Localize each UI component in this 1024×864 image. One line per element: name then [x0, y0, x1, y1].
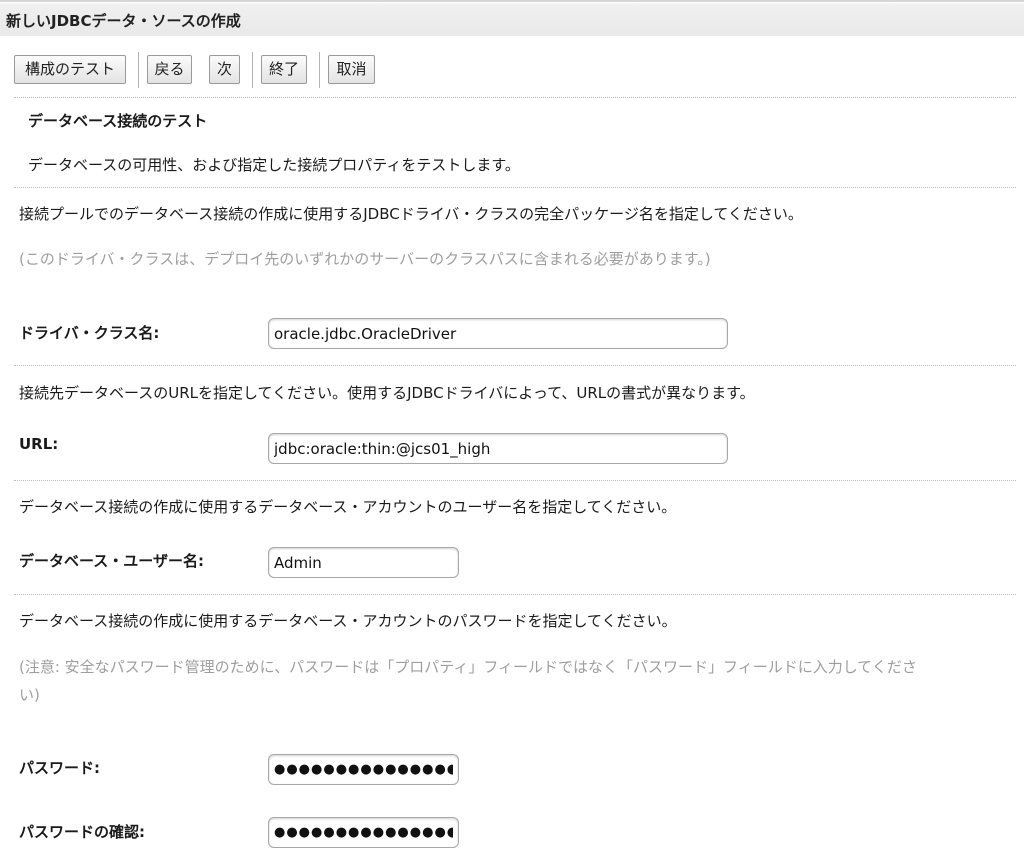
section-title: データベース接続のテスト: [28, 112, 208, 130]
toolbar-separator: [138, 52, 139, 88]
password-confirm-label: パスワードの確認:: [19, 823, 145, 841]
divider: [14, 97, 1016, 98]
driver-instruction: 接続プールでのデータベース接続の作成に使用するJDBCドライバ・クラスの完全パッ…: [19, 205, 803, 223]
password-note-line2: い): [19, 686, 40, 704]
url-label: URL:: [19, 435, 59, 453]
cancel-button[interactable]: 取消: [328, 55, 375, 84]
finish-button[interactable]: 終了: [261, 55, 307, 84]
driver-note: (このドライバ・クラスは、デプロイ先のいずれかのサーバーのクラスパスに含まれる必…: [19, 250, 711, 268]
url-instruction: 接続先データベースのURLを指定してください。使用するJDBCドライバによって、…: [19, 384, 755, 402]
user-instruction: データベース接続の作成に使用するデータベース・アカウントのユーザー名を指定してく…: [19, 498, 677, 516]
test-configuration-button[interactable]: 構成のテスト: [14, 55, 126, 84]
section-description: データベースの可用性、および指定した接続プロパティをテストします。: [28, 156, 520, 174]
toolbar-separator: [252, 52, 253, 88]
divider: [14, 187, 1016, 188]
password-instruction: データベース接続の作成に使用するデータベース・アカウントのパスワードを指定してく…: [19, 612, 677, 630]
username-input[interactable]: [268, 547, 459, 578]
password-confirm-input[interactable]: [268, 817, 459, 848]
password-label: パスワード:: [19, 759, 100, 777]
window-title: 新しいJDBCデータ・ソースの作成: [6, 12, 241, 30]
password-note-line1: (注意: 安全なパスワード管理のために、パスワードは「プロパティ」フィールドでは…: [19, 658, 917, 676]
driver-class-label: ドライバ・クラス名:: [19, 324, 160, 342]
divider: [14, 480, 1016, 481]
driver-class-input[interactable]: [268, 318, 728, 349]
password-input[interactable]: [268, 754, 459, 785]
window-title-bar: 新しいJDBCデータ・ソースの作成: [0, 0, 1024, 36]
toolbar-separator: [319, 52, 320, 88]
back-button[interactable]: 戻る: [147, 55, 192, 84]
user-label: データベース・ユーザー名:: [19, 552, 204, 570]
url-input[interactable]: [268, 433, 728, 464]
next-button[interactable]: 次: [209, 55, 240, 84]
divider: [14, 594, 1016, 595]
divider: [14, 365, 1016, 366]
